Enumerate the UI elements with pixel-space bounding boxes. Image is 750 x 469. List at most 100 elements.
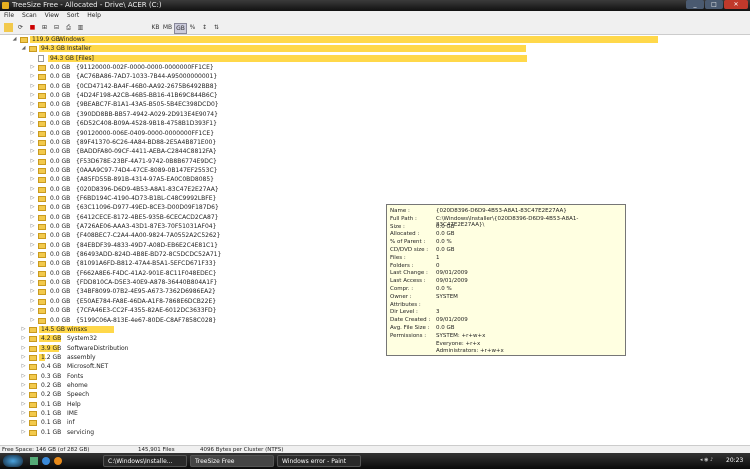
expand-arrow-icon[interactable]: ▷ [30,175,35,184]
expand-arrow-icon[interactable]: ▷ [30,259,35,268]
menu-scan[interactable]: Scan [18,11,41,21]
tree-row[interactable]: ▷ 0.0 GB {0CD47142-BA4F-46B0-AA92-2675B649… [0,82,750,91]
tree-row[interactable]: ▷ 0.0 GB {91120000-002F-0000-0000-0000000F… [0,63,750,72]
tree-row[interactable]: ▷ 3.9 GB SoftwareDistribution [0,344,750,353]
chart-icon[interactable]: ▥ [76,23,85,32]
media-icon[interactable] [54,457,62,465]
expand-arrow-icon[interactable]: ▷ [21,400,26,409]
tree-row[interactable]: ▷ 0.0 GB {A726AE06-AAA3-43D1-87E3-70F51031… [0,222,750,231]
expand-arrow-icon[interactable]: ▷ [30,269,35,278]
expand-arrow-icon[interactable]: ▷ [30,278,35,287]
tree-row[interactable]: ◢ 119.9 GB Windows [0,35,750,44]
tree-row[interactable]: ▷ 0.1 GB IME [0,409,750,418]
collapse-icon[interactable]: ⊟ [52,23,61,32]
expand-arrow-icon[interactable]: ▷ [30,138,35,147]
expand-arrow-icon[interactable]: ▷ [30,63,35,72]
expand-arrow-icon[interactable]: ▷ [21,428,26,437]
sort-size-icon[interactable]: ⇅ [212,23,221,32]
clock[interactable]: 20:23 [726,457,743,464]
menu-sort[interactable]: Sort [63,11,83,21]
expand-arrow-icon[interactable]: ▷ [21,334,26,343]
expand-arrow-icon[interactable]: ▷ [30,213,35,222]
expand-arrow-icon[interactable]: ▷ [30,147,35,156]
tree-row[interactable]: ▷ 0.0 GB {F408BEC7-C2A4-4A00-9824-7A0552A2… [0,231,750,240]
expand-arrow-icon[interactable]: ▷ [30,241,35,250]
close-button[interactable]: ✕ [724,0,748,9]
expand-arrow-icon[interactable]: ▷ [30,185,35,194]
expand-arrow-icon[interactable]: ▷ [30,316,35,325]
unit-kb-button[interactable]: KB [150,23,161,32]
expand-arrow-icon[interactable]: ▷ [30,203,35,212]
expand-arrow-icon[interactable]: ▷ [21,353,26,362]
expand-arrow-icon[interactable]: ▷ [30,110,35,119]
task-paint[interactable]: Windows error - Paint [277,455,361,467]
sort-icon[interactable]: ↕ [200,23,209,32]
tree-row[interactable]: ▷ 0.0 GB {AC76BA86-7AD7-1033-7B44-A9500000… [0,72,750,81]
tree-row[interactable]: ▷ 1.2 GB assembly [0,353,750,362]
tray-icons[interactable]: ◂ ◉ ♪ [700,457,722,465]
expand-arrow-icon[interactable]: ▷ [30,231,35,240]
tree-row[interactable]: ▷ 0.3 GB Fonts [0,372,750,381]
tree-row[interactable]: ▷ 0.0 GB {90120000-006E-0409-0000-0000000F… [0,129,750,138]
open-folder-icon[interactable] [4,23,13,32]
tree-row[interactable]: ▷ 0.0 GB {390DD8BB-BB57-4942-A029-2D913E4E… [0,110,750,119]
expand-arrow-icon[interactable]: ▷ [21,344,26,353]
tree-row[interactable]: ▷ 0.0 GB {4D24F198-A2CB-46B5-BB16-41B69C84… [0,91,750,100]
expand-icon[interactable]: ⊞ [40,23,49,32]
tree-row[interactable]: ▷ 0.0 GB {F662A8E6-F4DC-41A2-901E-8C11F048… [0,269,750,278]
tree-row[interactable]: ▷ 0.0 GB {34BF8099-07B2-4E95-A673-7362D698… [0,287,750,296]
percent-icon[interactable]: % [188,23,197,32]
tree-row[interactable]: ▷ 0.0 GB {FDD810CA-D5E3-40E9-A878-36440B80… [0,278,750,287]
directory-tree[interactable]: ◢ 119.9 GB Windows ◢ 94.3 GB Installer 94.3 GB… [0,35,750,439]
minimize-button[interactable]: _ [686,0,704,9]
task-treesize[interactable]: TreeSize Free [190,455,274,467]
tree-row[interactable]: ▷ 4.2 GB System32 [0,334,750,343]
tree-row[interactable]: ▷ 0.0 GB {0AAA9C97-74D4-47CE-8089-0B147EF2… [0,166,750,175]
menu-file[interactable]: File [0,11,18,21]
expand-arrow-icon[interactable]: ▷ [30,100,35,109]
expand-arrow-icon[interactable]: ▷ [21,381,26,390]
expand-arrow-icon[interactable]: ▷ [30,250,35,259]
print-icon[interactable]: ⎙ [64,23,73,32]
expand-arrow-icon[interactable]: ▷ [30,297,35,306]
tree-row[interactable]: ▷ 0.0 GB {F6BD194C-4190-4D73-B1BL-C48C9992… [0,194,750,203]
show-desktop-icon[interactable] [30,457,38,465]
tree-row[interactable]: ▷ 0.1 GB Help [0,400,750,409]
tree-row[interactable]: ▷ 0.2 GB Speech [0,390,750,399]
refresh-icon[interactable]: ⟳ [16,23,25,32]
tree-row[interactable]: ▷ 0.0 GB {86493ADD-824D-4B8E-BD72-8C5DCDC5… [0,250,750,259]
tree-row[interactable]: ▷ 14.5 GB winsxs [0,325,750,334]
expand-arrow-icon[interactable]: ▷ [30,119,35,128]
tree-row[interactable]: ▷ 0.0 GB {81091A6FD-B812-47A4-B5A1-5EFCD67… [0,259,750,268]
stop-icon[interactable]: ■ [28,23,37,32]
tree-row[interactable]: ▷ 0.0 GB {6D52C408-B09A-4528-9B18-4758B1D3… [0,119,750,128]
expand-arrow-icon[interactable]: ▷ [21,390,26,399]
tree-row[interactable]: ▷ 0.1 GB inf [0,418,750,427]
expand-arrow-icon[interactable]: ▷ [21,362,26,371]
tree-row[interactable]: ▷ 0.0 GB {020D8396-D6D9-4B53-A8A1-83C47E2E… [0,185,750,194]
expand-arrow-icon[interactable]: ▷ [30,166,35,175]
collapse-arrow-icon[interactable]: ◢ [21,44,26,53]
tree-row[interactable]: ▷ 0.0 GB {9BEABC7F-B1A1-43A5-B505-5B4EC398… [0,100,750,109]
expand-arrow-icon[interactable]: ▷ [30,306,35,315]
expand-arrow-icon[interactable]: ▷ [30,82,35,91]
expand-arrow-icon[interactable]: ▷ [21,418,26,427]
tree-row[interactable]: ▷ 0.0 GB {7CFA46E3-CC2F-4355-82AE-6012DC36… [0,306,750,315]
expand-arrow-icon[interactable]: ▷ [30,157,35,166]
start-button[interactable] [3,455,23,467]
tree-row[interactable]: ▷ 0.0 GB {5199C06A-813E-4e67-80DE-C8AF7858… [0,316,750,325]
tree-row[interactable]: 94.3 GB [Files] [0,54,750,63]
expand-arrow-icon[interactable]: ▷ [21,372,26,381]
expand-arrow-icon[interactable]: ▷ [30,194,35,203]
maximize-button[interactable]: □ [705,0,723,9]
expand-arrow-icon[interactable]: ▷ [21,325,26,334]
tree-row[interactable]: ▷ 0.0 GB {E50AE784-FA8E-46DA-A1F8-7868E6DC… [0,297,750,306]
expand-arrow-icon[interactable]: ▷ [30,287,35,296]
tree-row[interactable]: ▷ 0.4 GB Microsoft.NET [0,362,750,371]
expand-arrow-icon[interactable]: ▷ [21,409,26,418]
collapse-arrow-icon[interactable]: ◢ [12,35,17,44]
expand-arrow-icon[interactable]: ▷ [30,222,35,231]
tree-row[interactable]: ▷ 0.0 GB {A85FD55B-891B-4314-97A5-EA0C0BD8… [0,175,750,184]
expand-arrow-icon[interactable]: ▷ [30,91,35,100]
tree-row[interactable]: ▷ 0.2 GB ehome [0,381,750,390]
